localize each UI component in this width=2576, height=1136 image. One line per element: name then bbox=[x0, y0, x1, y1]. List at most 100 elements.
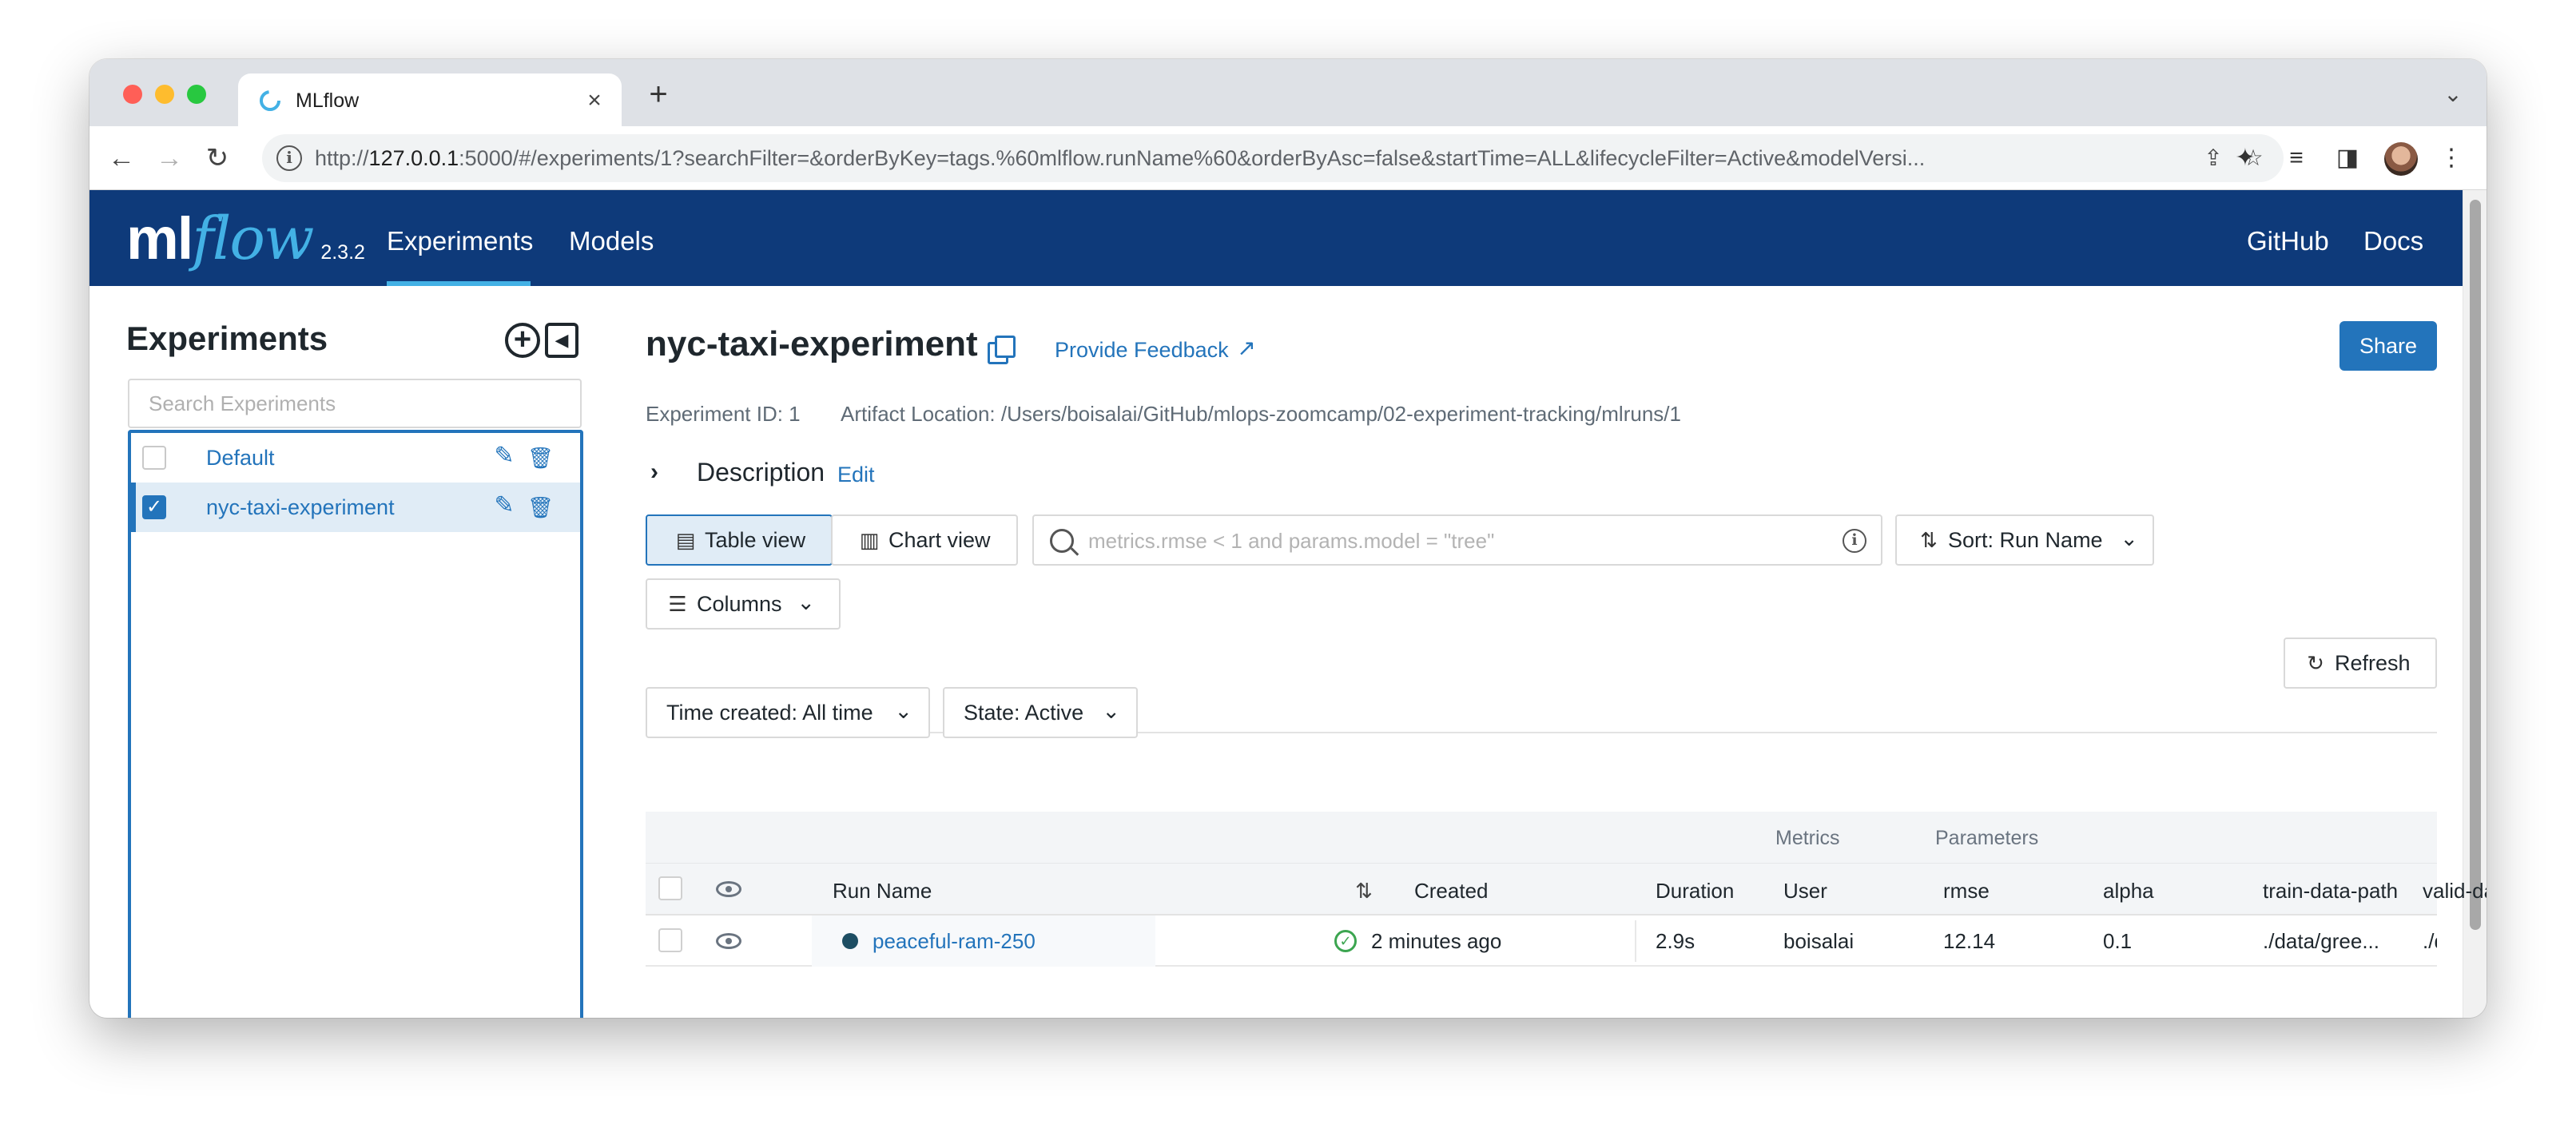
delete-trash-icon[interactable]: 🗑 bbox=[527, 494, 554, 521]
experiment-item-nyc-taxi[interactable]: ✓ nyc-taxi-experiment ✎ 🗑 bbox=[131, 483, 580, 532]
search-experiments-input[interactable]: Search Experiments bbox=[128, 379, 582, 428]
state-filter-label: State: Active bbox=[964, 701, 1084, 725]
cell-train-data-path: ./data/gree... bbox=[2263, 929, 2379, 953]
close-tab-icon[interactable]: × bbox=[578, 85, 610, 117]
row-checkbox[interactable] bbox=[658, 928, 682, 952]
chart-icon: ▥ bbox=[859, 528, 880, 552]
sort-dropdown[interactable]: ⇅ Sort: Run Name ⌄ bbox=[1895, 514, 2154, 566]
logo-flow: flow bbox=[192, 205, 314, 273]
table-view-button[interactable]: ▤ Table view bbox=[646, 514, 833, 566]
table-view-label: Table view bbox=[705, 528, 806, 552]
browser-menu-icon[interactable]: ⋮ bbox=[2437, 144, 2466, 173]
nav-docs[interactable]: Docs bbox=[2363, 225, 2423, 257]
cell-valid-data-path: ./data/gree... bbox=[2423, 929, 2437, 953]
close-window-button[interactable] bbox=[123, 85, 142, 104]
refresh-icon: ↻ bbox=[2307, 651, 2324, 675]
columns-label: Columns bbox=[697, 592, 782, 616]
reading-list-icon[interactable]: ≡ bbox=[2282, 144, 2311, 173]
tab-search-chevron-icon[interactable]: ⌄ bbox=[2439, 80, 2467, 109]
visibility-eye-icon[interactable] bbox=[716, 933, 741, 949]
search-runs-input[interactable] bbox=[1088, 524, 1823, 558]
chevron-down-icon: ⌄ bbox=[797, 590, 815, 614]
col-train-data-path[interactable]: train-data-path bbox=[2263, 878, 2405, 904]
collapse-sidebar-icon[interactable]: ◀ bbox=[545, 323, 578, 358]
nav-models[interactable]: Models bbox=[569, 225, 654, 257]
table-header-row: Run Name ⇅ Created Duration User rmse al… bbox=[646, 863, 2487, 916]
url-prefix: http:// bbox=[315, 146, 369, 170]
url-text[interactable]: http://127.0.0.1:5000/#/experiments/1?se… bbox=[315, 146, 2105, 170]
col-created[interactable]: Created bbox=[1414, 878, 1489, 904]
description-edit-link[interactable]: Edit bbox=[837, 462, 875, 487]
url-rest: :5000/#/experiments/1?searchFilter=&orde… bbox=[459, 146, 1926, 170]
table-row[interactable]: peaceful-ram-250 ✓ 2 minutes ago 2.9s bo… bbox=[646, 916, 2437, 967]
maximize-window-button[interactable] bbox=[187, 85, 206, 104]
experiment-id: Experiment ID: 1 bbox=[646, 402, 801, 426]
experiment-list: Default ✎ 🗑 ✓ nyc-taxi-experiment ✎ 🗑 bbox=[128, 430, 583, 1018]
state-filter[interactable]: State: Active ⌄ bbox=[943, 687, 1138, 738]
experiment-name[interactable]: Default bbox=[206, 444, 275, 471]
col-rmse[interactable]: rmse bbox=[1943, 878, 1990, 904]
col-alpha[interactable]: alpha bbox=[2103, 878, 2154, 904]
minimize-window-button[interactable] bbox=[155, 85, 174, 104]
site-info-icon[interactable]: i bbox=[276, 145, 302, 171]
edit-pencil-icon[interactable]: ✎ bbox=[491, 492, 518, 519]
description-label[interactable]: Description bbox=[697, 457, 825, 487]
version-label: 2.3.2 bbox=[320, 241, 365, 264]
extensions-icon[interactable]: ✦ bbox=[2231, 144, 2260, 173]
col-valid-data-path[interactable]: valid-data-path bbox=[2423, 878, 2487, 904]
external-link-icon[interactable]: ↗ bbox=[1234, 336, 1259, 361]
time-created-filter[interactable]: Time created: All time ⌄ bbox=[646, 687, 930, 738]
column-group-row: Metrics Parameters bbox=[646, 812, 2437, 863]
provide-feedback-link[interactable]: Provide Feedback bbox=[1055, 337, 1229, 363]
chevron-down-icon: ⌄ bbox=[1102, 699, 1120, 723]
experiment-name[interactable]: nyc-taxi-experiment bbox=[206, 494, 395, 521]
edit-pencil-icon[interactable]: ✎ bbox=[491, 443, 518, 470]
refresh-button[interactable]: ↻ Refresh bbox=[2284, 638, 2437, 689]
search-icon bbox=[1050, 529, 1074, 553]
sort-column-icon[interactable]: ⇅ bbox=[1350, 878, 1377, 904]
tab-title: MLflow bbox=[296, 89, 360, 112]
chevron-down-icon: ⌄ bbox=[894, 699, 912, 723]
copy-icon[interactable] bbox=[988, 336, 1016, 364]
delete-trash-icon[interactable]: 🗑 bbox=[527, 444, 554, 471]
back-arrow-icon[interactable]: ← bbox=[102, 139, 141, 177]
col-run-name[interactable]: Run Name bbox=[833, 878, 932, 904]
profile-avatar[interactable] bbox=[2384, 142, 2418, 176]
chart-view-button[interactable]: ▥ Chart view bbox=[831, 514, 1018, 566]
mlflow-logo[interactable]: mlflow 2.3.2 bbox=[126, 205, 365, 273]
status-success-icon: ✓ bbox=[1334, 930, 1357, 952]
run-color-dot[interactable] bbox=[842, 933, 858, 949]
add-experiment-icon[interactable]: + bbox=[505, 323, 540, 358]
side-panel-icon[interactable]: ◨ bbox=[2333, 144, 2362, 173]
visibility-eye-icon[interactable] bbox=[716, 881, 741, 897]
sort-label: Sort: Run Name bbox=[1948, 528, 2103, 552]
chart-view-label: Chart view bbox=[888, 528, 991, 552]
col-user[interactable]: User bbox=[1783, 878, 1827, 904]
search-runs-field[interactable]: i bbox=[1032, 514, 1882, 566]
columns-button[interactable]: ☰ Columns ⌄ bbox=[646, 578, 841, 630]
run-name-link[interactable]: peaceful-ram-250 bbox=[873, 928, 1036, 954]
nav-experiments[interactable]: Experiments bbox=[387, 225, 533, 257]
cell-rmse: 12.14 bbox=[1943, 929, 1996, 953]
browser-toolbar: ← → ↻ i http://127.0.0.1:5000/#/experime… bbox=[89, 126, 2487, 190]
browser-tab-mlflow[interactable]: MLflow × bbox=[238, 73, 622, 126]
address-bar[interactable]: i http://127.0.0.1:5000/#/experiments/1?… bbox=[262, 134, 2284, 182]
mlflow-favicon-icon bbox=[260, 90, 280, 111]
experiment-checkbox-checked[interactable]: ✓ bbox=[142, 495, 166, 519]
nav-github[interactable]: GitHub bbox=[2247, 225, 2329, 257]
share-button[interactable]: Share bbox=[2339, 321, 2437, 371]
search-info-icon[interactable]: i bbox=[1843, 529, 1866, 553]
new-tab-button[interactable]: + bbox=[641, 77, 676, 112]
table-icon: ▤ bbox=[675, 528, 696, 552]
col-duration[interactable]: Duration bbox=[1656, 878, 1734, 904]
share-page-icon[interactable]: ⇪ bbox=[2200, 145, 2226, 171]
forward-arrow-icon[interactable]: → bbox=[150, 139, 189, 177]
cell-alpha: 0.1 bbox=[2103, 929, 2133, 953]
tab-strip: MLflow × + ⌄ bbox=[89, 59, 2487, 126]
scrollbar-thumb[interactable] bbox=[2470, 200, 2481, 930]
reload-icon[interactable]: ↻ bbox=[198, 139, 237, 177]
experiment-checkbox[interactable] bbox=[142, 446, 166, 470]
description-chevron-icon[interactable]: › bbox=[650, 459, 670, 486]
experiment-item-default[interactable]: Default ✎ 🗑 bbox=[131, 433, 580, 483]
select-all-checkbox[interactable] bbox=[658, 876, 682, 900]
